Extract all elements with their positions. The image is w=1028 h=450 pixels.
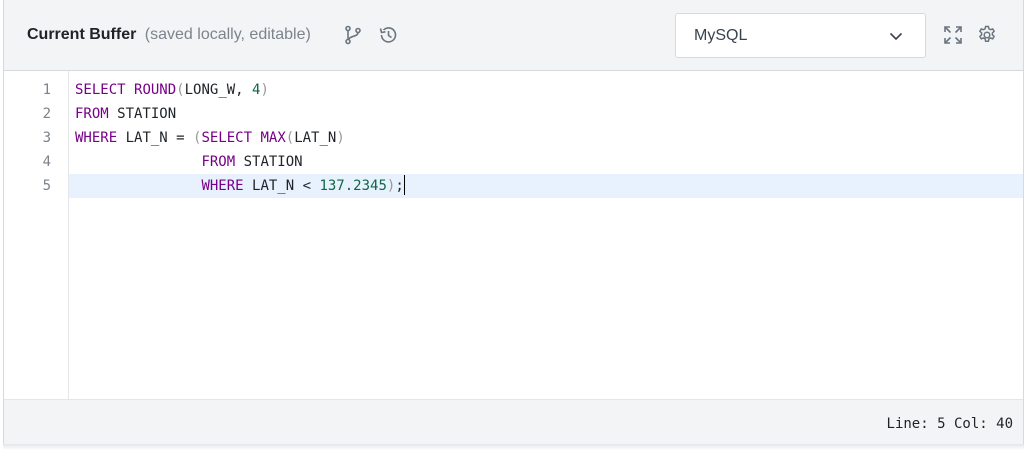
branch-icon[interactable] xyxy=(342,24,364,46)
code-line[interactable]: WHERE LAT_N = (SELECT MAX(LAT_N) xyxy=(69,126,1023,150)
code-line[interactable]: FROM STATION xyxy=(69,150,1023,174)
code-token: FROM xyxy=(75,106,109,122)
history-icon[interactable] xyxy=(377,24,399,46)
code-token: LAT_N = xyxy=(117,130,194,146)
code-token: STATION xyxy=(108,106,177,122)
code-token: ) xyxy=(336,130,345,146)
code-token: LAT_N xyxy=(294,130,337,146)
settings-icon[interactable] xyxy=(976,24,998,46)
line-number-gutter: 1 2 3 4 5 xyxy=(4,71,69,399)
code-line-active[interactable]: WHERE LAT_N < 137.2345); xyxy=(69,174,1023,198)
code-editor: Current Buffer (saved locally, editable)… xyxy=(3,0,1024,444)
code-token: WHERE xyxy=(201,178,244,194)
editor-header: Current Buffer (saved locally, editable)… xyxy=(4,0,1023,71)
code-token: ROUND xyxy=(134,82,177,98)
line-label: Line: xyxy=(886,416,929,432)
code-token: LAT_N < xyxy=(243,178,320,194)
code-token: WHERE xyxy=(75,130,118,146)
buffer-title-text: Current Buffer xyxy=(27,26,137,43)
cursor-position: Line: 5 Col: 40 xyxy=(887,414,1013,434)
code-token: LONG_W, xyxy=(184,82,253,98)
code-token: FROM xyxy=(201,154,236,170)
chevron-down-icon xyxy=(889,29,903,48)
line-number: 1 xyxy=(42,82,51,98)
line-number: 5 xyxy=(42,178,51,194)
editor-shadow xyxy=(3,444,1024,450)
line-number: 4 xyxy=(42,154,51,170)
buffer-title: Current Buffer (saved locally, editable) xyxy=(27,24,311,46)
code-token: ) xyxy=(260,82,269,98)
code-token: SELECT xyxy=(201,130,253,146)
code-token: STATION xyxy=(235,154,303,170)
col-value: 40 xyxy=(996,416,1013,432)
code-token: SELECT xyxy=(75,82,126,98)
code-line[interactable]: FROM STATION xyxy=(69,102,1023,126)
code-token: ( xyxy=(285,130,295,146)
line-number: 3 xyxy=(42,130,51,146)
line-number: 2 xyxy=(42,106,51,122)
language-select[interactable]: MySQL xyxy=(675,13,926,58)
editor-status-bar: Line: 5 Col: 40 xyxy=(4,399,1023,444)
code-token: MAX xyxy=(260,130,286,146)
language-select-value: MySQL xyxy=(694,27,748,44)
code-line[interactable]: SELECT ROUND(LONG_W, 4) xyxy=(69,78,1023,102)
buffer-subtitle: (saved locally, editable) xyxy=(144,26,311,43)
text-cursor xyxy=(403,175,405,195)
code-token: 137.2345 xyxy=(319,178,387,194)
line-value: 5 xyxy=(937,416,946,432)
code-token: ( xyxy=(176,82,185,98)
code-text-area[interactable]: SELECT ROUND(LONG_W, 4) FROM STATION WHE… xyxy=(69,71,1023,399)
expand-icon[interactable] xyxy=(942,24,964,46)
code-token: ; xyxy=(395,178,404,194)
col-label: Col: xyxy=(953,416,988,432)
